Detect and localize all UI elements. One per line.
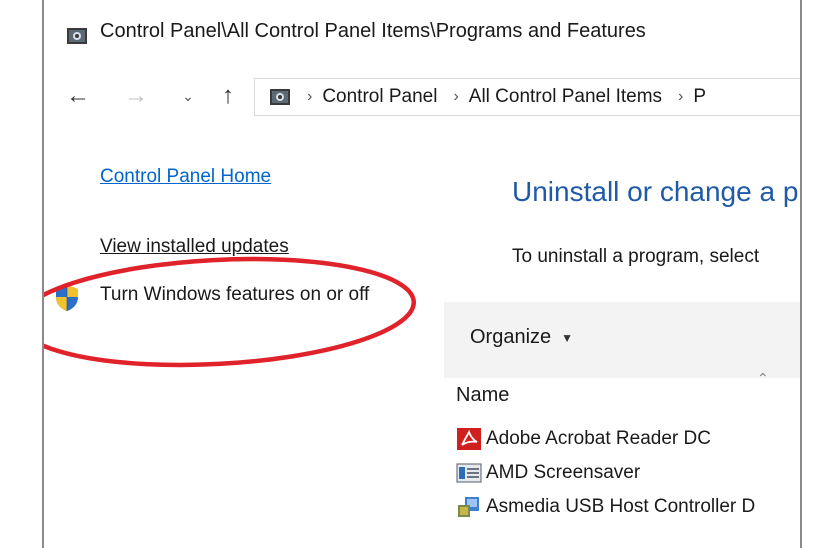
- chevron-right-icon: ›: [678, 88, 684, 105]
- program-name: Asmedia USB Host Controller D: [486, 496, 756, 517]
- up-arrow-icon[interactable]: ↑: [214, 82, 242, 110]
- control-panel-icon: [270, 89, 290, 105]
- organize-label: Organize: [470, 326, 552, 348]
- acrobat-icon: [457, 428, 481, 450]
- title-bar: Control Panel\All Control Panel Items\Pr…: [44, 0, 800, 66]
- uac-shield-icon: [56, 285, 78, 311]
- breadcrumb-programs[interactable]: P: [693, 86, 706, 108]
- sidebar: Control Panel Home View installed update…: [44, 130, 444, 548]
- program-name: Adobe Acrobat Reader DC: [486, 428, 711, 449]
- control-panel-home-link[interactable]: Control Panel Home: [100, 166, 271, 188]
- sort-ascending-icon: ⌃: [757, 370, 769, 386]
- caret-down-icon: ▼: [561, 330, 574, 345]
- main-content: Uninstall or change a p To uninstall a p…: [444, 130, 800, 548]
- program-toolbar: Organize ▼: [444, 302, 800, 378]
- window-title: Control Panel\All Control Panel Items\Pr…: [100, 20, 646, 42]
- back-arrow-icon[interactable]: ←: [64, 82, 92, 110]
- organize-button[interactable]: Organize ▼: [470, 326, 573, 349]
- program-name: AMD Screensaver: [486, 462, 641, 483]
- control-panel-icon: [67, 28, 87, 44]
- instruction-text: To uninstall a program, select: [512, 246, 760, 267]
- list-item[interactable]: AMD Screensaver: [456, 456, 800, 490]
- highlight-circle-annotation: [44, 256, 416, 368]
- navigation-bar: ← → ⌄ ↑ › Control Panel › All Control Pa…: [44, 66, 800, 130]
- breadcrumb-all-items[interactable]: All Control Panel Items: [469, 86, 662, 108]
- chevron-right-icon: ›: [453, 88, 459, 105]
- forward-arrow-icon[interactable]: →: [122, 82, 150, 110]
- list-item[interactable]: Adobe Acrobat Reader DC: [456, 422, 800, 456]
- view-installed-updates-link[interactable]: View installed updates: [100, 236, 289, 258]
- breadcrumb-control-panel[interactable]: Control Panel: [322, 86, 437, 108]
- installer-icon: [458, 497, 479, 517]
- screensaver-icon: [456, 463, 482, 483]
- programs-and-features-window: Control Panel\All Control Panel Items\Pr…: [42, 0, 802, 548]
- list-item[interactable]: Asmedia USB Host Controller D: [456, 490, 800, 524]
- page-title: Uninstall or change a p: [512, 176, 799, 207]
- chevron-right-icon: ›: [307, 88, 313, 105]
- program-list: Adobe Acrobat Reader DC AMD Screensaver: [456, 422, 800, 524]
- column-header-name[interactable]: Name: [456, 384, 509, 407]
- chevron-down-icon[interactable]: ⌄: [174, 82, 202, 110]
- turn-windows-features-link[interactable]: Turn Windows features on or off: [100, 282, 380, 308]
- address-bar[interactable]: › Control Panel › All Control Panel Item…: [254, 78, 800, 116]
